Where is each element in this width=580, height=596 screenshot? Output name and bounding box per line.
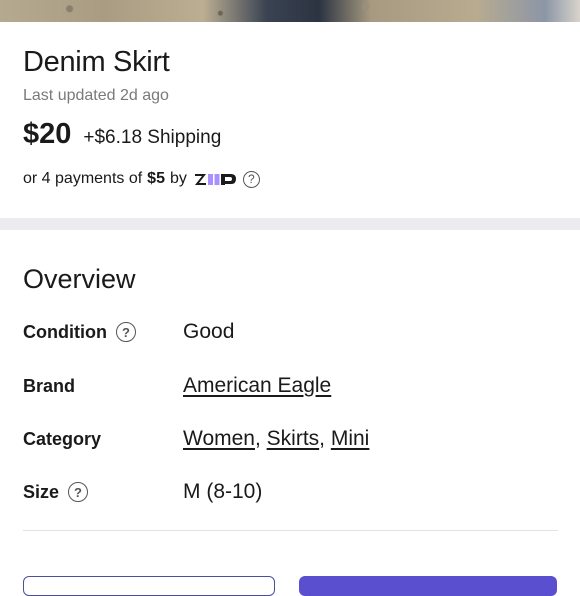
category-link-mini[interactable]: Mini xyxy=(331,427,370,450)
category-link-skirts[interactable]: Skirts xyxy=(267,427,320,450)
installment-amount: $5 xyxy=(147,170,165,187)
condition-label: Condition xyxy=(23,321,107,342)
brand-link[interactable]: American Eagle xyxy=(183,374,331,398)
installment-prefix: or 4 payments of xyxy=(23,170,143,187)
price-row: $20 +$6.18 Shipping xyxy=(23,118,221,151)
overview-heading: Overview xyxy=(23,264,136,294)
zip-help-icon[interactable]: ? xyxy=(242,170,260,188)
category-label: Category xyxy=(23,428,102,449)
primary-action-button[interactable] xyxy=(299,576,557,596)
price: $20 xyxy=(23,118,72,150)
listing-photo[interactable] xyxy=(0,0,580,22)
size-value: M (8-10) xyxy=(183,480,263,503)
secondary-action-button[interactable] xyxy=(23,576,275,596)
overview-row-size: Size ? M (8-10) xyxy=(23,477,563,507)
last-updated: Last updated 2d ago xyxy=(23,87,169,104)
installment-info: or 4 payments of $5 by ? xyxy=(23,170,260,188)
category-separator: , xyxy=(254,427,267,450)
condition-help-icon[interactable]: ? xyxy=(115,322,136,342)
category-link-women[interactable]: Women xyxy=(183,427,255,450)
section-divider-band xyxy=(0,218,580,230)
size-help-icon[interactable]: ? xyxy=(68,482,89,502)
installment-by: by xyxy=(169,170,187,187)
category-separator: , xyxy=(319,427,331,450)
condition-value: Good xyxy=(183,320,235,343)
zip-logo xyxy=(194,171,240,187)
overview-row-brand: Brand American Eagle xyxy=(23,371,563,401)
category-links: Women, Skirts, Mini xyxy=(183,427,369,451)
listing-title: Denim Skirt xyxy=(23,46,170,78)
brand-label: Brand xyxy=(23,375,76,396)
overview-row-category: Category Women, Skirts, Mini xyxy=(23,424,563,454)
overview-divider xyxy=(23,530,558,531)
size-label: Size xyxy=(23,481,60,502)
zip-logo-icon xyxy=(194,174,236,185)
overview-row-condition: Condition ? Good xyxy=(23,317,563,347)
shipping-cost: +$6.18 Shipping xyxy=(83,127,222,148)
